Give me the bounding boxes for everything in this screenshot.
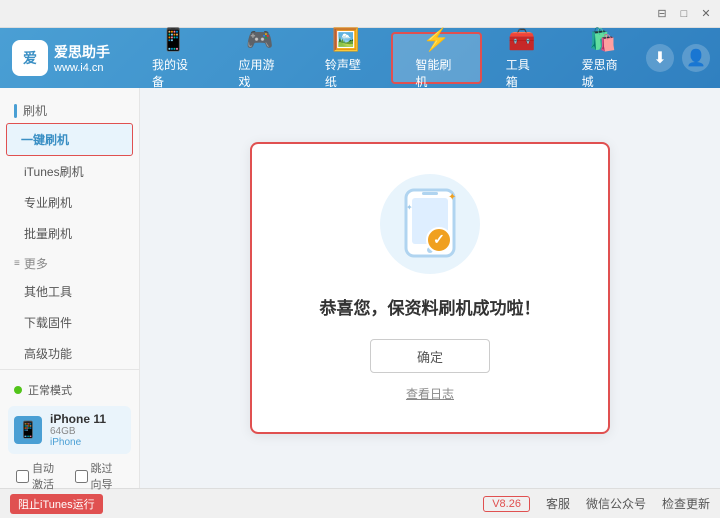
nav-tabs: 📱 我的设备 🎮 应用游戏 🖼️ 铃声壁纸 ⚡ 智能刷机 🧰 工具箱 🛍️ 爱思… [130,28,646,88]
navbar-actions: ⬇ 👤 [646,44,720,72]
sidebar: 刷机 一键刷机 iTunes刷机 专业刷机 批量刷机 ≡ 更多 其他工具 下载固… [0,88,140,488]
store-icon: 🛍️ [589,27,616,53]
minimize-btn[interactable]: ⊟ [652,4,672,24]
more-icon: ≡ [14,258,20,269]
my-device-icon: 📱 [160,27,187,53]
success-illustration: ✦ ✦ ✓ [380,174,480,274]
device-icon: 📱 [14,416,42,444]
download-btn[interactable]: ⬇ [646,44,674,72]
apps-games-icon: 🎮 [246,27,273,53]
logo-text: 爱思助手 www.i4.cn [54,42,110,74]
device-info: 📱 iPhone 11 64GB iPhone [8,406,131,454]
content-area: ✦ ✦ ✓ 恭喜您，保资料刷机成功啦！ 确定 查看日志 [140,88,720,488]
success-title: 恭喜您，保资料刷机成功啦！ [320,294,541,319]
close-btn[interactable]: ✕ [696,4,716,24]
maximize-btn[interactable]: □ [674,4,694,24]
device-mode: 正常模式 [8,378,131,402]
svg-text:✦: ✦ [406,203,413,212]
tab-toolbox[interactable]: 🧰 工具箱 [484,28,560,88]
sidebar-bottom: 正常模式 📱 iPhone 11 64GB iPhone 自动激活 跳过向导 [0,369,139,506]
stop-itunes-btn[interactable]: 阻止iTunes运行 [10,494,103,514]
sidebar-section-more: ≡ 更多 [0,249,139,276]
navbar: 爱 爱思助手 www.i4.cn 📱 我的设备 🎮 应用游戏 🖼️ 铃声壁纸 ⚡… [0,28,720,88]
svg-text:✦: ✦ [448,192,456,203]
wechat-link[interactable]: 微信公众号 [586,495,646,512]
mode-dot [14,386,22,394]
smart-flash-icon: ⚡ [423,27,450,53]
tab-apps-games[interactable]: 🎮 应用游戏 [216,28,302,88]
user-btn[interactable]: 👤 [682,44,710,72]
sidebar-item-other-tools[interactable]: 其他工具 [0,276,139,307]
ringtones-icon: 🖼️ [332,27,359,53]
sidebar-section-flash: 刷机 [0,96,139,123]
logo-icon: 爱 [12,40,48,76]
toolbox-icon: 🧰 [508,27,535,53]
history-link[interactable]: 查看日志 [406,385,454,402]
tab-my-device[interactable]: 📱 我的设备 [130,28,216,88]
tab-smart-flash[interactable]: ⚡ 智能刷机 [391,32,481,84]
footer-left: 阻止iTunes运行 [10,494,483,514]
titlebar: ⊟ □ ✕ [0,0,720,28]
skip-guide-checkbox[interactable]: 跳过向导 [75,460,124,492]
auto-activate-checkbox[interactable]: 自动激活 [16,460,65,492]
service-link[interactable]: 客服 [546,495,570,512]
success-card: ✦ ✦ ✓ 恭喜您，保资料刷机成功啦！ 确定 查看日志 [250,142,610,434]
phone-illustration: ✦ ✦ ✓ [404,188,456,261]
sidebar-item-advanced[interactable]: 高级功能 [0,338,139,369]
sidebar-item-itunes-flash[interactable]: iTunes刷机 [0,156,139,187]
sidebar-item-batch-flash[interactable]: 批量刷机 [0,218,139,249]
confirm-button[interactable]: 确定 [370,339,490,373]
sidebar-item-pro-flash[interactable]: 专业刷机 [0,187,139,218]
sidebar-item-one-click[interactable]: 一键刷机 [6,123,133,156]
tab-store[interactable]: 🛍️ 爱思商城 [560,28,646,88]
device-details: iPhone 11 64GB iPhone [50,412,106,448]
logo: 爱 爱思助手 www.i4.cn [0,40,130,76]
checkmark-badge: ✓ [426,227,452,253]
version-badge[interactable]: V8.26 [483,496,530,512]
footer-right: V8.26 客服 微信公众号 检查更新 [483,495,710,512]
sidebar-item-download-firmware[interactable]: 下载固件 [0,307,139,338]
tab-ringtones[interactable]: 🖼️ 铃声壁纸 [303,28,389,88]
main-layout: 刷机 一键刷机 iTunes刷机 专业刷机 批量刷机 ≡ 更多 其他工具 下载固… [0,88,720,488]
check-update-link[interactable]: 检查更新 [662,495,710,512]
sidebar-checkboxes: 自动激活 跳过向导 [8,454,131,498]
